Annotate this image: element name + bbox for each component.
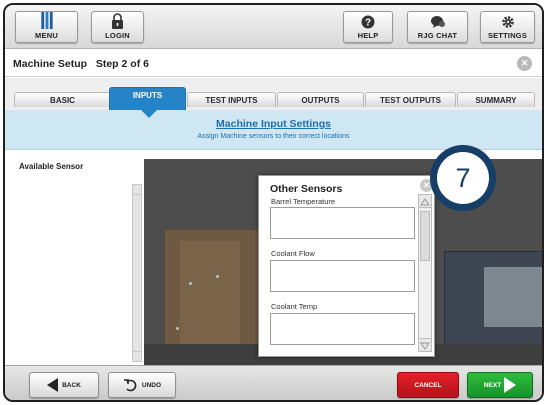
other-sensors-dialog: Other Sensors ✕ Barrel Temperature Coola… (258, 175, 435, 357)
login-label: LOGIN (105, 31, 130, 40)
cabinet-knob (216, 275, 219, 278)
cancel-label: CANCEL (414, 381, 442, 389)
sensor-list-scrollbar[interactable] (132, 184, 142, 362)
close-icon[interactable]: ✕ (517, 56, 532, 71)
next-label: NEXT (483, 381, 502, 389)
scroll-up-arrow-icon[interactable] (133, 185, 141, 195)
slot-coolant-temp[interactable] (270, 313, 415, 345)
step-tabs: BASIC INPUTS TEST INPUTS OUTPUTS TEST OU… (5, 78, 542, 110)
banner-title: Machine Input Settings (216, 118, 331, 130)
menu-button[interactable]: MENU (15, 11, 78, 43)
active-tab-pointer (140, 109, 158, 118)
undo-button[interactable]: UNDO (108, 372, 176, 398)
help-icon: ? (361, 15, 375, 29)
gear-icon (501, 16, 514, 28)
next-button[interactable]: NEXT (467, 372, 533, 398)
slot-label-barrel-temperature: Barrel Temperature (271, 197, 336, 206)
scroll-down-arrow-icon[interactable] (133, 351, 141, 361)
back-button[interactable]: BACK (29, 372, 99, 398)
help-button[interactable]: ? HELP (343, 11, 393, 43)
svg-text:?: ? (365, 18, 371, 29)
machine-panel-screen (484, 267, 542, 327)
help-label: HELP (357, 31, 379, 40)
cabinet-knob (176, 327, 179, 330)
title-row: Machine Setup Step 2 of 6 ✕ (5, 50, 542, 77)
undo-label: UNDO (141, 381, 162, 389)
page-title: Machine Setup Step 2 of 6 (13, 58, 149, 70)
arrow-right-icon (504, 377, 517, 393)
rjg-chat-button[interactable]: RJG CHAT (407, 11, 468, 43)
cabinet-knob (189, 282, 192, 285)
chat-icon (430, 16, 445, 28)
login-button[interactable]: LOGIN (91, 11, 144, 43)
undo-icon (123, 379, 137, 392)
cancel-button[interactable]: CANCEL (397, 372, 459, 398)
menu-icon (40, 12, 53, 29)
menu-label: MENU (35, 31, 58, 40)
step-number: 7 (437, 152, 489, 204)
bottom-toolbar: BACK UNDO CANCEL NEXT (5, 365, 542, 400)
settings-label: SETTINGS (487, 31, 528, 40)
scroll-up-arrow-icon[interactable] (419, 195, 431, 208)
slot-label-coolant-temp: Coolant Temp (271, 302, 318, 311)
scroll-down-arrow-icon[interactable] (419, 338, 431, 351)
tab-test-inputs[interactable]: TEST INPUTS (187, 92, 276, 107)
app-window: MENU LOGIN ? HELP RJG CHAT SETTINGS Mach… (3, 3, 544, 402)
lock-icon (112, 13, 123, 29)
tab-basic[interactable]: BASIC (14, 92, 111, 107)
arrow-left-icon (47, 378, 59, 392)
tab-inputs[interactable]: INPUTS (109, 87, 186, 110)
tab-outputs[interactable]: OUTPUTS (277, 92, 364, 107)
slot-label-coolant-flow: Coolant Flow (271, 249, 315, 258)
dialog-scrollbar[interactable] (418, 194, 432, 352)
back-label: BACK (62, 381, 81, 389)
dialog-title: Other Sensors (270, 183, 343, 195)
scrollbar-thumb[interactable] (420, 211, 430, 261)
available-sensor-label: Available Sensor (19, 162, 84, 171)
tab-test-outputs[interactable]: TEST OUTPUTS (365, 92, 456, 107)
settings-button[interactable]: SETTINGS (480, 11, 535, 43)
section-banner: Machine Input Settings Assign Machine se… (5, 110, 542, 150)
chat-label: RJG CHAT (417, 31, 458, 40)
banner-subtitle: Assign Machine sensors to their correct … (197, 133, 350, 140)
tab-summary[interactable]: SUMMARY (457, 92, 535, 107)
top-toolbar: MENU LOGIN ? HELP RJG CHAT SETTINGS (5, 5, 542, 49)
slot-coolant-flow[interactable] (270, 260, 415, 292)
step-number-badge: 7 (430, 145, 496, 211)
slot-barrel-temperature[interactable] (270, 207, 415, 239)
